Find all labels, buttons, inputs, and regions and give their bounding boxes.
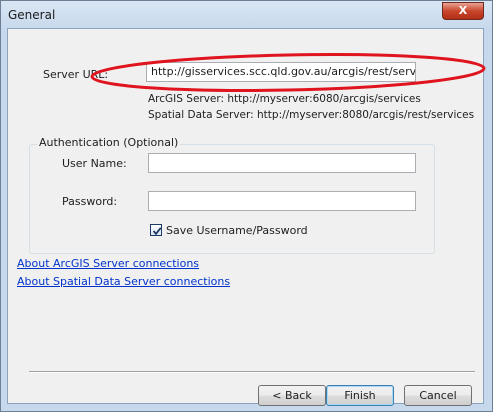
about-arcgis-server-link[interactable]: About ArcGIS Server connections	[17, 257, 199, 270]
close-icon: X	[458, 4, 468, 17]
checkmark-icon	[152, 227, 162, 236]
finish-button[interactable]: Finish	[326, 385, 394, 406]
username-label: User Name:	[62, 157, 127, 170]
title-bar: General X	[1, 1, 492, 29]
spatial-data-server-hint: Spatial Data Server: http://myserver:808…	[148, 109, 475, 121]
password-input[interactable]	[148, 191, 416, 211]
about-spatial-data-server-link[interactable]: About Spatial Data Server connections	[17, 275, 230, 288]
username-input[interactable]	[148, 153, 416, 173]
server-url-value: http://gisservices.scc.qld.gov.au/arcgis…	[151, 65, 416, 78]
back-button[interactable]: < Back	[258, 385, 326, 406]
button-divider	[29, 371, 475, 373]
password-label: Password:	[62, 195, 118, 208]
server-url-label: Server URL:	[43, 68, 109, 81]
save-credentials-checkbox[interactable]	[150, 224, 162, 236]
server-url-input[interactable]: http://gisservices.scc.qld.gov.au/arcgis…	[146, 62, 416, 82]
arcgis-server-hint: ArcGIS Server: http://myserver:6080/arcg…	[148, 93, 421, 105]
close-button[interactable]: X	[442, 2, 484, 20]
save-credentials-label[interactable]: Save Username/Password	[166, 224, 308, 237]
window-title: General	[8, 8, 56, 22]
cancel-button[interactable]: Cancel	[404, 385, 472, 406]
authentication-group-title: Authentication (Optional)	[37, 136, 181, 149]
